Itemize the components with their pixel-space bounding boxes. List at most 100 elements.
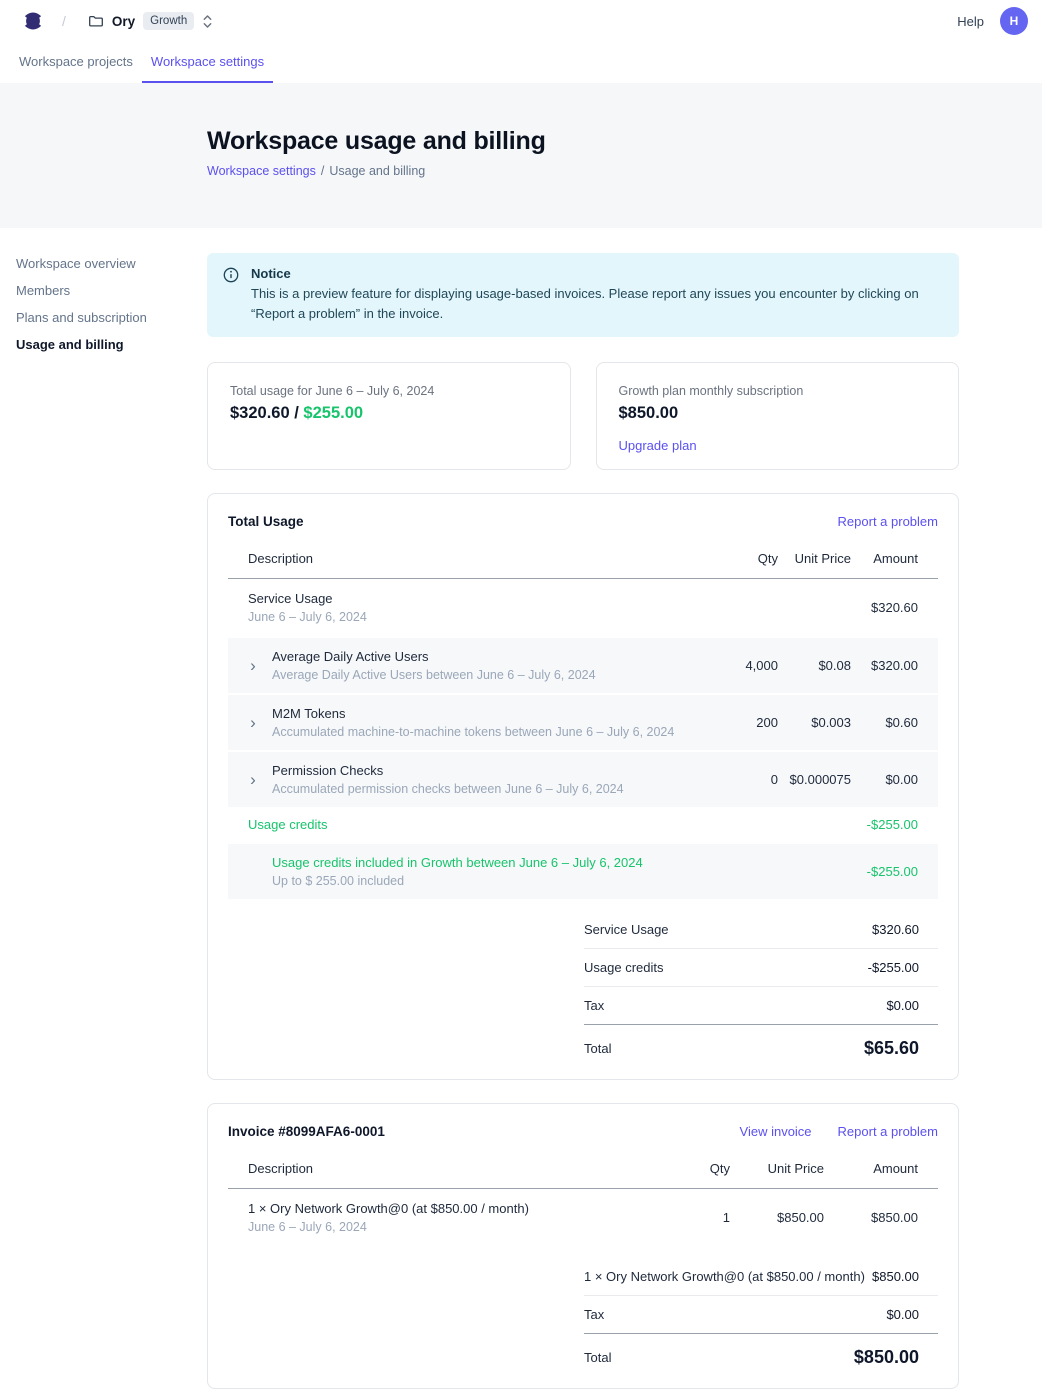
row-description: Usage credits — [248, 817, 698, 832]
expand-chevron-icon[interactable]: › — [246, 714, 260, 731]
info-icon — [223, 266, 239, 323]
tab-workspace-settings[interactable]: Workspace settings — [142, 42, 273, 83]
invoice-title: Invoice #8099AFA6-0001 — [228, 1124, 385, 1139]
main-column: Notice This is a preview feature for dis… — [207, 228, 959, 1389]
summary-row-tax: Tax $0.00 — [584, 987, 938, 1025]
row-description: M2M Tokens Accumulated machine-to-machin… — [272, 706, 698, 739]
sidebar-item-workspace-overview[interactable]: Workspace overview — [16, 256, 147, 271]
summary-row-total: Total $65.60 — [584, 1025, 938, 1079]
expand-chevron-icon[interactable]: › — [246, 657, 260, 674]
row-title: Usage credits included in Growth between… — [272, 855, 698, 870]
total-usage-panel: Total Usage Report a problem Description… — [207, 493, 959, 1080]
total-label: Total — [584, 1350, 611, 1365]
usage-amount: $320.60 — [230, 404, 290, 422]
tab-workspace-projects[interactable]: Workspace projects — [10, 42, 142, 83]
row-unit-price: $0.08 — [778, 658, 851, 673]
row-unit-price: $0.000075 — [778, 772, 851, 787]
ory-logo-icon[interactable] — [20, 8, 46, 34]
invoice-panel-header: Invoice #8099AFA6-0001 View invoice Repo… — [208, 1124, 958, 1139]
row-unit-price: $0.003 — [778, 715, 851, 730]
row-subtitle: Accumulated machine-to-machine tokens be… — [272, 725, 698, 739]
usage-totals-summary: Service Usage $320.60 Usage credits -$25… — [584, 911, 938, 1079]
usage-credit-amount: $255.00 — [303, 404, 363, 422]
view-invoice-link[interactable]: View invoice — [740, 1124, 812, 1139]
row-subtitle: Average Daily Active Users between June … — [272, 668, 698, 682]
row-title: Average Daily Active Users — [272, 649, 698, 664]
help-link[interactable]: Help — [957, 14, 984, 29]
settings-sidenav: Workspace overview Members Plans and sub… — [16, 256, 147, 352]
table-row-m2m-tokens: › M2M Tokens Accumulated machine-to-mach… — [228, 695, 938, 750]
invoice-totals-summary: 1 × Ory Network Growth@0 (at $850.00 / m… — [584, 1258, 938, 1388]
summary-label: Service Usage — [584, 922, 669, 937]
column-description: Description — [248, 1161, 670, 1176]
workspace-name: Ory — [112, 14, 135, 29]
table-row-usage-credits-included: Usage credits included in Growth between… — [228, 844, 938, 899]
workspace-switcher[interactable]: Ory Growth — [88, 12, 213, 30]
row-description: Service Usage June 6 – July 6, 2024 — [248, 591, 698, 624]
invoice-panel: Invoice #8099AFA6-0001 View invoice Repo… — [207, 1103, 959, 1389]
report-a-problem-link[interactable]: Report a problem — [838, 1124, 938, 1139]
report-a-problem-link[interactable]: Report a problem — [838, 514, 938, 529]
topbar-right: Help H — [957, 7, 1028, 35]
topbar-left: / Ory Growth — [20, 8, 213, 34]
sidebar-item-usage-and-billing[interactable]: Usage and billing — [16, 337, 147, 352]
breadcrumb-current: Usage and billing — [329, 164, 425, 178]
row-title: Permission Checks — [272, 763, 698, 778]
breadcrumb-link-workspace-settings[interactable]: Workspace settings — [207, 164, 316, 178]
plan-badge: Growth — [143, 12, 194, 30]
subscription-card-label: Growth plan monthly subscription — [619, 384, 937, 398]
subscription-card: Growth plan monthly subscription $850.00… — [596, 362, 960, 470]
row-amount: $850.00 — [824, 1210, 918, 1225]
column-unit-price: Unit Price — [730, 1161, 824, 1176]
notice-title: Notice — [251, 266, 943, 281]
usage-table-header: Description Qty Unit Price Amount — [228, 545, 938, 579]
table-row-service-usage: Service Usage June 6 – July 6, 2024 $320… — [228, 579, 938, 636]
notice-banner: Notice This is a preview feature for dis… — [207, 253, 959, 337]
total-label: Total — [584, 1041, 611, 1056]
summary-row-service-usage: Service Usage $320.60 — [584, 911, 938, 949]
row-subtitle: Up to $ 255.00 included — [272, 874, 698, 888]
row-amount: $320.00 — [851, 658, 918, 673]
table-row-average-daily-active-users: › Average Daily Active Users Average Dai… — [228, 638, 938, 693]
total-value: $850.00 — [854, 1347, 919, 1368]
summary-label: Tax — [584, 998, 604, 1013]
topbar: / Ory Growth Help H — [0, 0, 1042, 42]
row-title: 1 × Ory Network Growth@0 (at $850.00 / m… — [248, 1201, 670, 1216]
total-value: $65.60 — [864, 1038, 919, 1059]
row-title: Usage credits — [248, 817, 698, 832]
total-usage-panel-title: Total Usage — [228, 514, 304, 529]
invoice-table-header: Description Qty Unit Price Amount — [228, 1155, 938, 1189]
upgrade-plan-link[interactable]: Upgrade plan — [619, 438, 697, 453]
sidebar-item-plans-and-subscription[interactable]: Plans and subscription — [16, 310, 147, 325]
row-qty: 1 — [670, 1210, 730, 1225]
avatar[interactable]: H — [1000, 7, 1028, 35]
total-usage-panel-header: Total Usage Report a problem — [208, 514, 958, 529]
row-amount: $0.60 — [851, 715, 918, 730]
row-amount: -$255.00 — [851, 864, 918, 879]
summary-value: $0.00 — [886, 998, 919, 1013]
row-subtitle: June 6 – July 6, 2024 — [248, 1220, 670, 1234]
table-row-ory-network-growth: 1 × Ory Network Growth@0 (at $850.00 / m… — [228, 1189, 938, 1246]
sidebar-item-members[interactable]: Members — [16, 283, 147, 298]
row-amount: $0.00 — [851, 772, 918, 787]
expand-chevron-icon[interactable]: › — [246, 771, 260, 788]
notice-text: Notice This is a preview feature for dis… — [251, 266, 943, 323]
chevron-updown-icon — [202, 14, 213, 29]
row-qty: 4,000 — [698, 658, 778, 673]
total-usage-card-label: Total usage for June 6 – July 6, 2024 — [230, 384, 548, 398]
row-subtitle: June 6 – July 6, 2024 — [248, 610, 698, 624]
summary-value: $320.60 — [872, 922, 919, 937]
summary-label: Tax — [584, 1307, 604, 1322]
row-description: Permission Checks Accumulated permission… — [272, 763, 698, 796]
summary-row-tax: Tax $0.00 — [584, 1296, 938, 1334]
total-usage-card: Total usage for June 6 – July 6, 2024 $3… — [207, 362, 571, 470]
row-title: M2M Tokens — [272, 706, 698, 721]
row-amount: -$255.00 — [851, 817, 918, 832]
breadcrumb: Workspace settings / Usage and billing — [207, 164, 1042, 178]
usage-table: Description Qty Unit Price Amount Servic… — [228, 545, 938, 1079]
content: Workspace overview Members Plans and sub… — [0, 228, 1042, 1389]
summary-row-subscription: 1 × Ory Network Growth@0 (at $850.00 / m… — [584, 1258, 938, 1296]
column-amount: Amount — [851, 551, 918, 566]
column-description: Description — [248, 551, 698, 566]
summary-cards: Total usage for June 6 – July 6, 2024 $3… — [207, 362, 959, 470]
